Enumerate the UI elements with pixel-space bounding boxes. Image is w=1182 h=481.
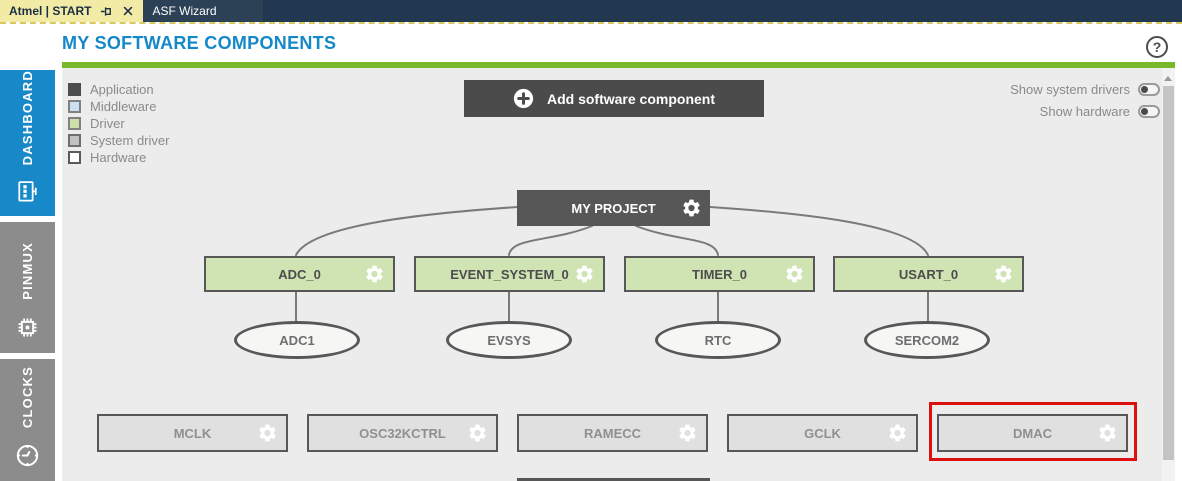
page-title: MY SOFTWARE COMPONENTS [62,33,336,54]
legend-item-driver: Driver [68,115,169,132]
gear-icon[interactable] [364,264,385,285]
show-hardware-row: Show hardware [1040,103,1160,119]
gear-icon[interactable] [681,198,702,219]
toggle-knob [1141,108,1148,115]
legend: Application Middleware Driver System dri… [68,81,169,166]
peripheral-label: RTC [705,333,732,348]
middleware-swatch [68,100,81,113]
scrollbar-thumb[interactable] [1163,86,1174,460]
sidebar-item-clocks[interactable]: CLOCKS [0,359,55,481]
node-timer-0[interactable]: TIMER_0 [624,256,815,292]
scroll-up-arrow-icon[interactable] [1164,76,1172,81]
legend-item-middleware: Middleware [68,98,169,115]
legend-label: Middleware [90,99,156,114]
application-swatch [68,83,81,96]
gear-icon[interactable] [677,423,698,444]
peripheral-rtc[interactable]: RTC [655,321,781,359]
toggle-label: Show hardware [1040,104,1130,119]
node-label: TIMER_0 [692,267,747,282]
node-gclk[interactable]: GCLK [727,414,918,452]
plus-icon [513,88,534,109]
node-mclk[interactable]: MCLK [97,414,288,452]
legend-label: Application [90,82,154,97]
show-system-drivers-row: Show system drivers [1010,81,1160,97]
toggle-knob [1141,86,1148,93]
gear-icon[interactable] [257,423,278,444]
chip-icon [14,314,41,341]
node-label: GCLK [804,426,841,441]
node-label: DMAC [1013,426,1052,441]
sidebar-item-pinmux[interactable]: PINMUX [0,222,55,353]
peripheral-adc1[interactable]: ADC1 [234,321,360,359]
legend-item-application: Application [68,81,169,98]
vertical-scrollbar[interactable] [1162,68,1175,481]
tab-atmel-start[interactable]: Atmel | START [0,0,143,22]
tab-asf-wizard[interactable]: ASF Wizard [143,0,263,22]
node-adc-0[interactable]: ADC_0 [204,256,395,292]
peripheral-label: ADC1 [279,333,314,348]
node-label: RAMECC [584,426,641,441]
close-icon[interactable] [122,5,134,17]
node-label: OSC32KCTRL [359,426,446,441]
peripheral-label: SERCOM2 [895,333,959,348]
legend-label: System driver [90,133,169,148]
node-usart-0[interactable]: USART_0 [833,256,1024,292]
node-label: MCLK [174,426,212,441]
gear-icon[interactable] [784,264,805,285]
hardware-swatch [68,151,81,164]
system-driver-swatch [68,134,81,147]
node-label: MY PROJECT [571,201,655,216]
legend-label: Hardware [90,150,146,165]
node-osc32kctrl[interactable]: OSC32KCTRL [307,414,498,452]
driver-swatch [68,117,81,130]
legend-item-system-driver: System driver [68,132,169,149]
peripheral-label: EVSYS [487,333,530,348]
pin-icon[interactable] [100,5,113,18]
peripheral-sercom2[interactable]: SERCOM2 [864,321,990,359]
tab-separator [0,22,1182,24]
add-software-component-button[interactable]: Add software component [464,80,764,117]
document-tab-bar: Atmel | START ASF Wizard [0,0,1182,22]
dashboard-icon [15,178,40,205]
legend-item-hardware: Hardware [68,149,169,166]
sidebar-item-label: PINMUX [20,242,35,300]
node-ramecc[interactable]: RAMECC [517,414,708,452]
node-label: USART_0 [899,267,958,282]
sidebar-item-label: DASHBOARD [20,70,35,165]
sidebar-item-label: CLOCKS [20,366,35,428]
toggle-label: Show system drivers [1010,82,1130,97]
peripheral-evsys[interactable]: EVSYS [446,321,572,359]
node-dmac[interactable]: DMAC [937,414,1128,452]
atmel-start-window: Atmel | START ASF Wizard MY SOFTWARE COM… [0,0,1182,481]
show-hardware-toggle[interactable] [1138,105,1160,118]
tab-label: Atmel | START [9,4,91,18]
gear-icon[interactable] [467,423,488,444]
gear-icon[interactable] [1097,423,1118,444]
legend-label: Driver [90,116,125,131]
sidebar-item-dashboard[interactable]: DASHBOARD [0,70,55,216]
gear-icon[interactable] [574,264,595,285]
node-my-project[interactable]: MY PROJECT [517,190,710,226]
gear-icon[interactable] [887,423,908,444]
node-label: ADC_0 [278,267,321,282]
clock-icon [14,442,41,469]
node-event-system-0[interactable]: EVENT_SYSTEM_0 [414,256,605,292]
tab-label: ASF Wizard [152,4,216,18]
help-button[interactable]: ? [1146,36,1168,58]
gear-icon[interactable] [993,264,1014,285]
node-label: EVENT_SYSTEM_0 [450,267,569,282]
show-system-drivers-toggle[interactable] [1138,83,1160,96]
add-button-label: Add software component [547,91,715,107]
